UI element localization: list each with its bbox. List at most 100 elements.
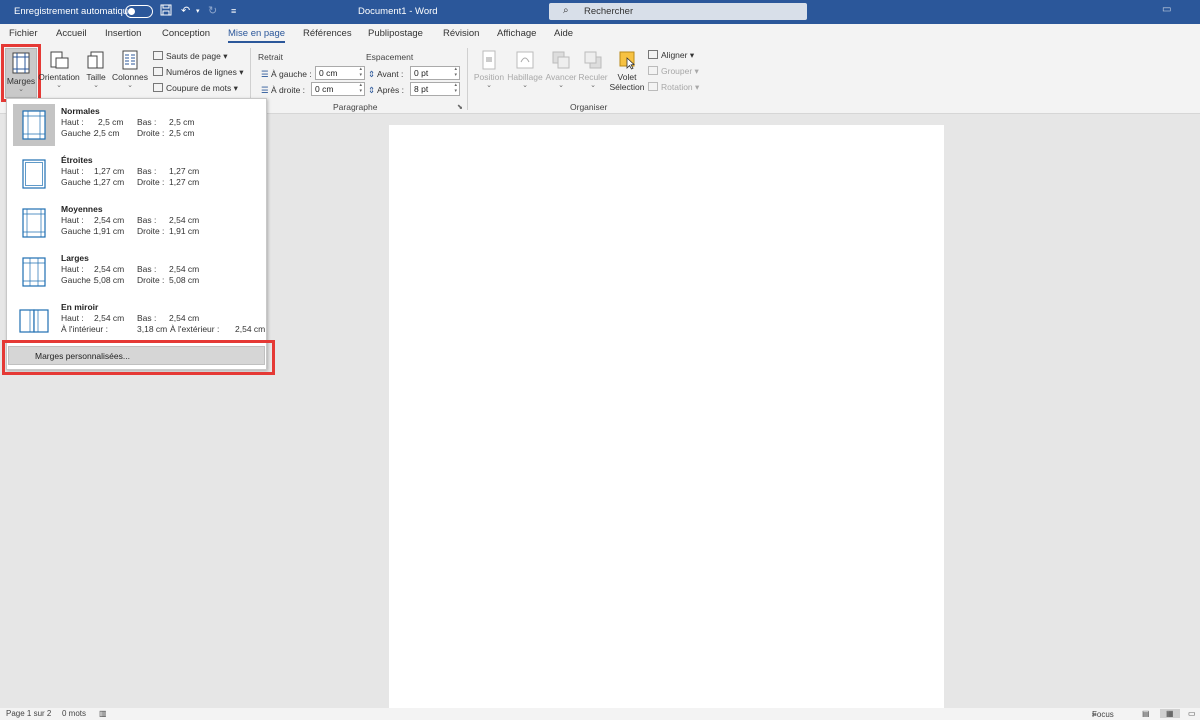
marges-highlight (1, 44, 41, 102)
margin-option-en-miroir[interactable]: En miroir Haut : 2,54 cm Bas : 2,54 cm À… (7, 297, 266, 345)
label: Droite : (137, 177, 165, 187)
restore-icon[interactable]: ▭ (1162, 4, 1171, 15)
save-icon[interactable] (160, 4, 172, 19)
value: 3,18 cm (137, 324, 168, 334)
paragraphe-group-label: Paragraphe (333, 102, 378, 112)
label: Droite : (137, 275, 165, 285)
size-icon (87, 51, 104, 69)
margin-option-moyennes[interactable]: Moyennes Haut : 2,54 cm Bas : 2,54 cm Ga… (7, 199, 266, 247)
position-button[interactable]: Position ⌄ (473, 50, 505, 90)
tab-publipostage[interactable]: Publipostage (368, 28, 423, 39)
volet-selection-button[interactable]: Volet Sélection (609, 50, 645, 92)
avancer-label: Avancer (545, 72, 577, 82)
numeros-lignes-button[interactable]: Numéros de lignes ▾ (153, 67, 244, 78)
label: Bas : (137, 117, 157, 127)
margin-preset-icon (19, 309, 49, 333)
reculer-button[interactable]: Reculer ⌄ (578, 50, 608, 90)
aligner-button[interactable]: Aligner ▾ (648, 50, 694, 61)
dialog-launcher-icon[interactable]: ⬊ (457, 103, 463, 111)
focus-label: Focus (1092, 710, 1114, 719)
rotation-label: Rotation (661, 82, 693, 92)
tab-aide[interactable]: Aide (554, 28, 573, 39)
tab-conception[interactable]: Conception (162, 28, 210, 39)
label: Haut : (61, 166, 84, 176)
ribbon-tabs: Fichier Accueil Insertion Conception Mis… (0, 24, 1200, 44)
document-page[interactable] (389, 125, 944, 708)
autosave-toggle[interactable] (125, 5, 153, 18)
coupure-mots-button[interactable]: Coupure de mots ▾ (153, 83, 238, 94)
label: Bas : (137, 313, 157, 323)
value: 5,08 cm (169, 275, 200, 285)
margin-thumb (13, 202, 55, 244)
autosave-label: Enregistrement automatique (14, 6, 134, 17)
sauts-de-page-button[interactable]: Sauts de page ▾ (153, 51, 227, 62)
value: 2,54 cm (94, 264, 125, 274)
chevron-down-icon: ⌄ (127, 82, 133, 89)
taille-label: Taille (86, 72, 106, 82)
customize-icon[interactable]: ≡ (231, 6, 236, 16)
undo-icon[interactable]: ↶ (181, 4, 190, 17)
value: 1,27 cm (169, 166, 200, 176)
redo-icon[interactable]: ↻ (208, 4, 217, 17)
undo-dropdown-icon[interactable]: ▾ (196, 7, 200, 15)
colonnes-button[interactable]: Colonnes ⌄ (111, 50, 149, 90)
label: Gauche : (61, 275, 96, 285)
label: Gauche : (61, 128, 96, 138)
word-count[interactable]: 0 mots (62, 709, 86, 718)
margin-thumb (13, 153, 55, 195)
option-name: Étroites (61, 155, 93, 165)
label: Gauche : (61, 177, 96, 187)
search-box[interactable]: ⌕ Rechercher (549, 3, 807, 20)
tab-references[interactable]: Références (303, 28, 352, 39)
value: 1,27 cm (169, 177, 200, 187)
web-layout-icon[interactable]: ▭ (1188, 709, 1196, 718)
line-numbers-icon (153, 67, 163, 76)
coupure-label: Coupure de mots (166, 83, 232, 93)
orientation-button[interactable]: Orientation ⌄ (38, 50, 80, 90)
volet-label: Volet (617, 72, 637, 82)
spacing-before-input[interactable]: 0 pt (410, 66, 460, 80)
proofing-icon[interactable]: ▥ (99, 709, 107, 718)
label: Bas : (137, 166, 157, 176)
orientation-label: Orientation (38, 72, 80, 82)
indent-right-input[interactable]: 0 cm (311, 82, 365, 96)
grouper-button[interactable]: Grouper ▾ (648, 66, 699, 77)
chevron-down-icon: ⌄ (558, 82, 564, 89)
tab-insertion[interactable]: Insertion (105, 28, 141, 39)
label: Haut : (61, 117, 84, 127)
avancer-button[interactable]: Avancer ⌄ (545, 50, 577, 90)
indent-right-label: ☰ À droite : (261, 85, 305, 96)
columns-icon (122, 50, 138, 70)
spacing-before-text: Avant : (377, 69, 404, 79)
habillage-label: Habillage (507, 72, 543, 82)
read-mode-icon[interactable]: ▤ (1142, 709, 1150, 718)
habillage-button[interactable]: Habillage ⌄ (507, 50, 543, 90)
label: Haut : (61, 264, 84, 274)
chevron-down-icon: ⌄ (93, 82, 99, 89)
margin-option-etroites[interactable]: Étroites Haut : 1,27 cm Bas : 1,27 cm Ga… (7, 150, 266, 198)
spacing-before-label: ⇕ Avant : (368, 69, 403, 80)
indent-left-input[interactable]: 0 cm (315, 66, 365, 80)
page-count[interactable]: Page 1 sur 2 (6, 709, 51, 718)
tab-mise-en-page[interactable]: Mise en page (228, 28, 286, 43)
value: 2,54 cm (94, 313, 125, 323)
margin-option-normales[interactable]: Normales Haut : 2,5 cm Bas : 2,5 cm Gauc… (7, 101, 266, 149)
taille-button[interactable]: Taille ⌄ (84, 50, 108, 90)
indent-right-text: À droite : (271, 85, 306, 95)
indent-left-text: À gauche : (271, 69, 312, 79)
position-label: Position (473, 72, 505, 82)
value: 2,5 cm (94, 128, 120, 138)
spacing-after-input[interactable]: 8 pt (410, 82, 460, 96)
tab-accueil[interactable]: Accueil (56, 28, 87, 39)
colonnes-label: Colonnes (112, 72, 148, 82)
tab-revision[interactable]: Révision (443, 28, 479, 39)
tab-affichage[interactable]: Affichage (497, 28, 536, 39)
print-layout-icon[interactable]: ▦ (1160, 709, 1180, 718)
position-icon (482, 50, 496, 70)
value: 2,54 cm (169, 215, 200, 225)
status-bar: Page 1 sur 2 0 mots ▥ ⌗ Focus ▤ ▦ ▭ (0, 708, 1200, 720)
label: Droite : (137, 226, 165, 236)
rotation-button[interactable]: Rotation ▾ (648, 82, 699, 93)
tab-fichier[interactable]: Fichier (9, 28, 38, 39)
margin-option-larges[interactable]: Larges Haut : 2,54 cm Bas : 2,54 cm Gauc… (7, 248, 266, 296)
